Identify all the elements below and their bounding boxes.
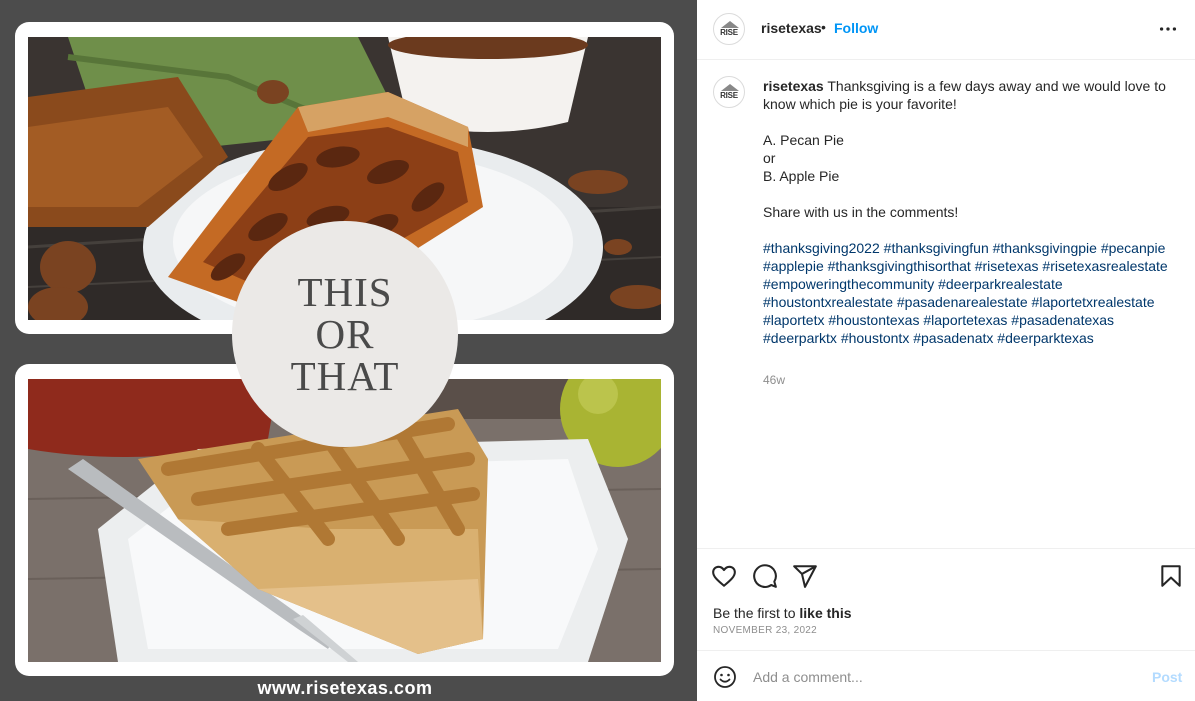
comment-icon[interactable] (752, 563, 778, 589)
hashtag-link[interactable]: #laportetx (763, 312, 824, 328)
account-avatar[interactable]: RISE (713, 13, 745, 45)
follow-button[interactable]: Follow (834, 20, 878, 36)
likes-prefix: Be the first to (713, 605, 796, 621)
overlay-line-2: OR (315, 311, 375, 357)
caption-section: RISE risetexas Thanksgiving is a few day… (697, 60, 1195, 549)
post-media[interactable]: THIS OR THAT www.risetexas.com (0, 0, 697, 701)
hashtag-link[interactable]: #applepie (763, 258, 824, 274)
site-url: www.risetexas.com (257, 678, 433, 698)
hashtag-link[interactable]: #pasadenatexas (1011, 312, 1114, 328)
like-this-link[interactable]: like this (799, 605, 851, 621)
hashtag-link[interactable]: #risetexas (975, 258, 1039, 274)
hashtag-link[interactable]: #houstontx (841, 330, 910, 346)
house-roof-icon (721, 84, 739, 91)
hashtag-link[interactable]: #thanksgiving2022 (763, 240, 880, 256)
comment-form: Post (697, 650, 1195, 701)
overlay-line-1: THIS (297, 269, 393, 315)
option-a: A. Pecan Pie (763, 132, 844, 148)
caption-text: risetexas Thanksgiving is a few days awa… (763, 77, 1173, 347)
post-panel: RISE risetexas • Follow RISE risetexas T… (697, 0, 1195, 701)
hashtag-list: #thanksgiving2022 #thanksgivingfun #than… (763, 239, 1173, 347)
bookmark-icon[interactable] (1158, 563, 1184, 589)
account-username[interactable]: risetexas (761, 20, 822, 36)
post-date[interactable]: NOVEMBER 23, 2022 (713, 625, 817, 636)
post-comment-button[interactable]: Post (1152, 669, 1182, 685)
more-options-icon[interactable] (1157, 18, 1179, 40)
house-roof-icon (721, 21, 739, 28)
avatar-logo-text: RISE (720, 90, 738, 100)
caption-avatar[interactable]: RISE (713, 76, 745, 108)
overlay-line-3: THAT (290, 353, 400, 399)
hashtag-link[interactable]: #thanksgivingpie (993, 240, 1097, 256)
or-text: or (763, 150, 776, 166)
caption-intro: Thanksgiving is a few days away and we w… (763, 78, 1166, 112)
hashtag-link[interactable]: #deerparktexas (997, 330, 1094, 346)
hashtag-link[interactable]: #pasadenarealestate (897, 294, 1028, 310)
post-age[interactable]: 46w (763, 373, 785, 387)
hashtag-link[interactable]: #thanksgivingfun (884, 240, 989, 256)
avatar-logo-text: RISE (720, 27, 738, 37)
hashtag-link[interactable]: #laportetexas (923, 312, 1007, 328)
hashtag-link[interactable]: #empoweringthecommunity (763, 276, 934, 292)
share-icon[interactable] (792, 563, 818, 589)
hashtag-link[interactable]: #risetexasrealestate (1042, 258, 1167, 274)
heart-icon[interactable] (711, 563, 737, 589)
hashtag-link[interactable]: #deerparkrealestate (938, 276, 1063, 292)
share-text: Share with us in the comments! (763, 204, 959, 220)
hashtag-link[interactable]: #deerparktx (763, 330, 837, 346)
likes-summary: Be the first to like this (713, 605, 852, 621)
header-separator: • (821, 19, 826, 35)
option-b: B. Apple Pie (763, 168, 840, 184)
comment-input[interactable] (753, 663, 1123, 691)
hashtag-link[interactable]: #thanksgivingthisorthat (828, 258, 971, 274)
hashtag-link[interactable]: #pasadenatx (913, 330, 993, 346)
hashtag-link[interactable]: #laportetxrealestate (1032, 294, 1155, 310)
hashtag-link[interactable]: #houstontexas (828, 312, 919, 328)
caption-username[interactable]: risetexas (763, 78, 824, 94)
hashtag-link[interactable]: #houstontxrealestate (763, 294, 893, 310)
emoji-icon[interactable] (713, 665, 737, 689)
action-bar (697, 549, 1195, 601)
hashtag-link[interactable]: #pecanpie (1101, 240, 1166, 256)
post-header: RISE risetexas • Follow (697, 0, 1195, 60)
this-or-that-badge: THIS OR THAT (232, 221, 458, 447)
